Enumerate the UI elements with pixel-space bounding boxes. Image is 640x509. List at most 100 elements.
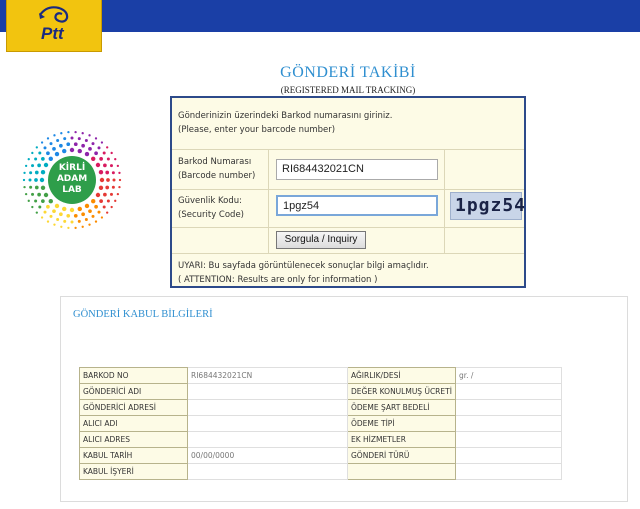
divider <box>268 228 269 253</box>
acceptance-title: GÖNDERİ KABUL BİLGİLERİ <box>73 309 213 320</box>
logo-dot <box>84 203 90 209</box>
logo-dot <box>43 146 47 150</box>
logo-dot <box>62 148 67 154</box>
logo-dot <box>106 211 109 214</box>
logo-dot <box>29 171 33 175</box>
kirli-adam-lab-logo: KİRLİADAMLAB <box>22 130 122 230</box>
field-value <box>187 463 348 480</box>
field-value <box>455 399 562 416</box>
logo-dot <box>88 209 92 214</box>
captcha-text: 1pgz54 <box>455 195 527 216</box>
logo-dot <box>73 213 78 218</box>
logo-dot <box>31 164 35 168</box>
logo-dot <box>91 142 95 146</box>
logo-dot <box>59 212 63 217</box>
page-title: GÖNDERİ TAKİBİ <box>280 64 416 81</box>
table-row: ALICI ADI ÖDEME TİPİ <box>79 415 562 432</box>
logo-dot <box>48 156 53 161</box>
table-row: GÖNDERİCİ ADI DEĞER KONULMUŞ ÜCRETİ <box>79 383 562 400</box>
divider <box>444 228 445 253</box>
logo-dot <box>106 157 110 161</box>
logo-dot <box>38 205 42 209</box>
logo-dot <box>56 139 60 143</box>
logo-dot <box>53 134 56 137</box>
logo-dot <box>110 205 113 209</box>
logo-dot <box>70 136 74 140</box>
logo-dot <box>66 213 71 218</box>
logo-dot <box>40 170 46 175</box>
logo-dot <box>114 158 117 161</box>
field-value <box>455 447 562 464</box>
logo-dot <box>34 185 39 190</box>
logo-dot <box>37 163 41 168</box>
logo-dot <box>43 162 49 168</box>
field-label: AĞIRLIK/DESİ <box>347 367 456 384</box>
submit-row: Sorgula / Inquiry <box>172 228 524 254</box>
logo-dot <box>27 158 30 161</box>
logo-dot <box>94 151 98 156</box>
logo-dot <box>95 162 101 168</box>
logo-dot <box>91 156 96 161</box>
logo-dot <box>46 151 50 156</box>
field-label: KABUL TARİH <box>79 447 188 464</box>
logo-dot <box>94 137 98 140</box>
ptt-logo[interactable]: Ptt <box>6 0 102 52</box>
logo-dot <box>35 146 38 149</box>
logo-dot <box>66 142 71 147</box>
logo-dot <box>54 203 60 209</box>
logo-dot <box>52 146 56 151</box>
logo-dot <box>88 134 91 137</box>
logo-dot <box>60 132 63 135</box>
logo-dot <box>62 206 67 212</box>
logo-dot <box>114 199 117 202</box>
logo-dot <box>95 192 101 198</box>
logo-dot <box>24 164 28 168</box>
logo-dot <box>67 226 70 230</box>
table-row: GÖNDERİCİ ADRESİ ÖDEME ŞART BEDELİ <box>79 399 562 416</box>
logo-dot <box>56 217 60 221</box>
logo-dot <box>88 223 91 226</box>
logo-dot <box>49 214 53 218</box>
logo-dot <box>53 223 56 226</box>
divider <box>444 150 445 189</box>
logo-dot <box>99 177 105 183</box>
intro-row: Gönderinizin üzerindeki Barkod numarasın… <box>172 98 524 150</box>
table-row: KABUL İŞYERİ <box>79 463 562 480</box>
logo-dot <box>84 139 88 143</box>
captcha-image: 1pgz54 <box>450 192 525 220</box>
acceptance-panel: GÖNDERİ KABUL BİLGİLERİ BARKOD NO RI68443… <box>60 296 628 502</box>
field-label: ALICI ADI <box>79 415 188 432</box>
logo-dot <box>106 199 110 203</box>
logo-dot <box>67 130 70 134</box>
field-value <box>455 415 562 432</box>
logo-dot <box>112 178 116 182</box>
field-label: KABUL İŞYERİ <box>79 463 188 480</box>
field-label: ALICI ADRES <box>79 431 188 448</box>
field-value <box>455 463 562 480</box>
logo-dot <box>34 199 38 203</box>
field-value <box>455 431 562 448</box>
security-code-input[interactable]: 1pgz54 <box>276 195 438 216</box>
logo-dot <box>99 156 103 161</box>
logo-dot <box>102 205 106 209</box>
divider <box>268 150 269 189</box>
barcode-label-en: (Barcode number) <box>178 171 256 181</box>
logo-dot <box>118 178 122 182</box>
logo-dot <box>23 186 26 189</box>
field-value: RI684432021CN <box>187 367 348 384</box>
barcode-input[interactable]: RI684432021CN <box>276 159 438 180</box>
logo-dot <box>63 137 67 141</box>
logo-dot <box>28 178 32 182</box>
logo-dot <box>37 192 41 197</box>
logo-dot <box>73 142 78 147</box>
field-value: 00/00/0000 <box>187 447 348 464</box>
intro-text-en: (Please, enter your barcode number) <box>178 125 336 135</box>
field-value <box>187 383 348 400</box>
logo-dot <box>106 146 109 149</box>
logo-dot <box>48 199 53 204</box>
logo-dot <box>69 147 75 153</box>
logo-dot <box>43 192 49 198</box>
inquiry-button[interactable]: Sorgula / Inquiry <box>276 231 366 249</box>
logo-dot <box>81 143 85 148</box>
logo-dot <box>94 204 98 209</box>
